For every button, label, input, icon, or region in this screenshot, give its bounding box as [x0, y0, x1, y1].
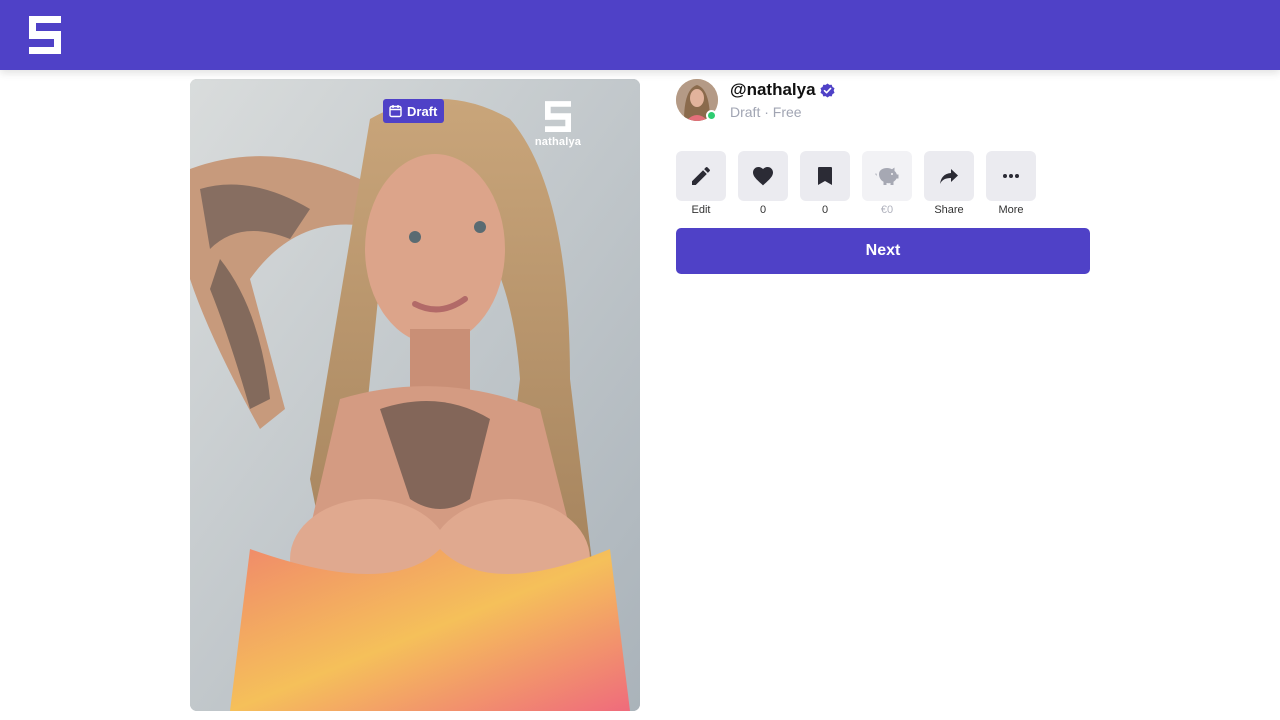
share-arrow-icon — [940, 169, 958, 184]
username-row[interactable]: @nathalya — [730, 80, 835, 100]
post-actions: Edit 0 0 €0 Share More — [676, 151, 1036, 216]
pencil-icon — [692, 167, 710, 185]
calendar-edit-icon — [389, 105, 402, 118]
tips-amount: €0 — [880, 204, 894, 216]
username[interactable]: @nathalya — [730, 80, 816, 100]
more-action[interactable]: More — [986, 151, 1036, 216]
bookmark-button[interactable] — [800, 151, 850, 201]
more-dots-icon — [1003, 174, 1019, 178]
brand-logo-icon[interactable] — [29, 16, 61, 54]
tip-action[interactable]: €0 — [862, 151, 912, 216]
share-button[interactable] — [924, 151, 974, 201]
draft-badge: Draft — [383, 99, 445, 123]
share-label: Share — [934, 204, 964, 216]
edit-button[interactable] — [676, 151, 726, 201]
bookmark-action[interactable]: 0 — [800, 151, 850, 216]
post-media[interactable]: Draft nathalya — [190, 79, 640, 711]
creator-profile: @nathalya Draft · Free — [676, 79, 1096, 125]
piggy-bank-icon — [875, 167, 899, 185]
more-button[interactable] — [986, 151, 1036, 201]
like-action[interactable]: 0 — [738, 151, 788, 216]
top-bar — [0, 0, 1280, 70]
watermark-name: nathalya — [534, 136, 582, 148]
more-label: More — [998, 204, 1024, 216]
edit-label: Edit — [691, 204, 711, 216]
online-status-dot — [706, 110, 717, 121]
watermark-logo-icon — [545, 101, 571, 132]
like-button[interactable] — [738, 151, 788, 201]
bookmarks-count: 0 — [821, 204, 829, 216]
share-action[interactable]: Share — [924, 151, 974, 216]
tip-button[interactable] — [862, 151, 912, 201]
draft-badge-label: Draft — [407, 103, 438, 119]
post-photo — [190, 79, 640, 711]
post-status-text: Draft · Free — [730, 104, 802, 120]
edit-action[interactable]: Edit — [676, 151, 726, 216]
next-button[interactable]: Next — [676, 228, 1090, 274]
verified-badge-icon — [820, 82, 835, 98]
likes-count: 0 — [759, 204, 767, 216]
heart-icon — [753, 167, 773, 186]
watermark: nathalya — [534, 101, 582, 148]
bookmark-icon — [818, 167, 832, 185]
